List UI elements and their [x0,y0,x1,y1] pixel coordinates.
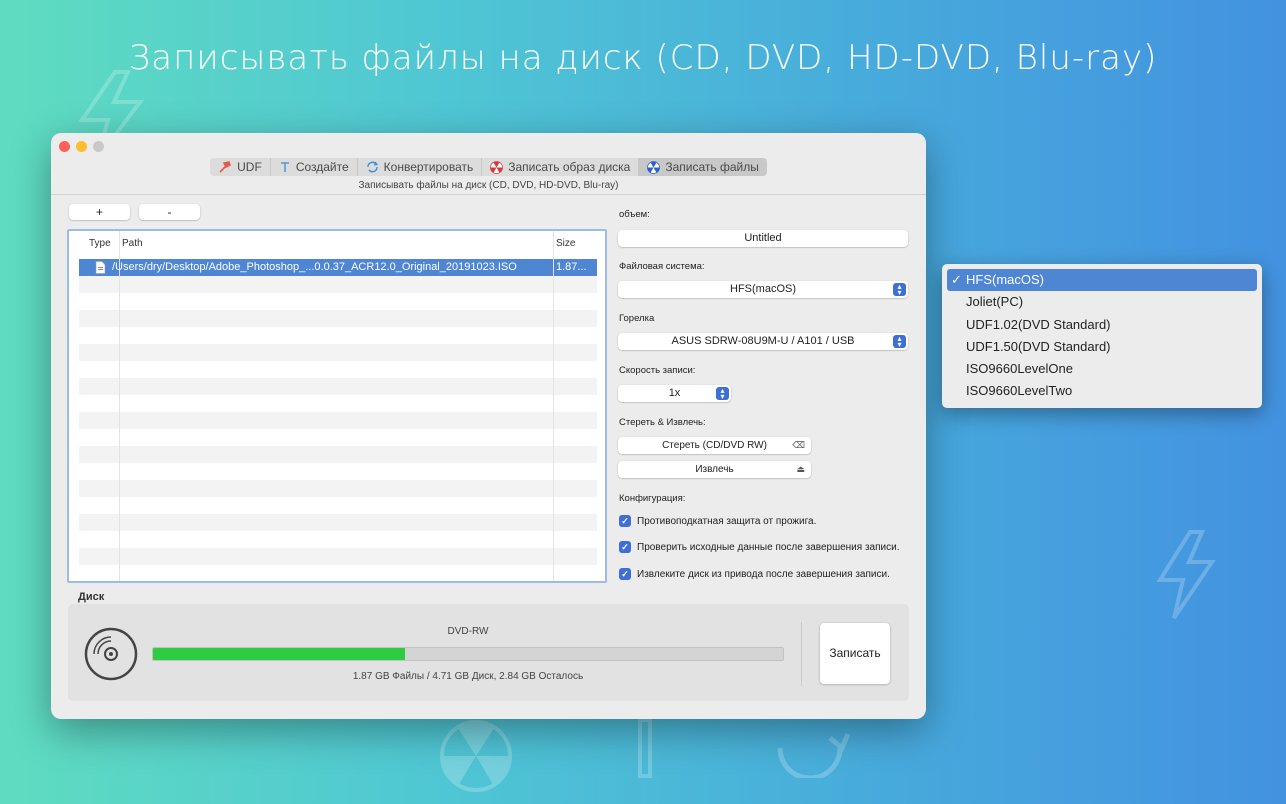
tab-udf[interactable]: UDF [210,158,271,176]
zoom-button[interactable] [93,141,104,152]
media-type: DVD-RW [447,626,489,637]
eraser-icon: ⌫ [792,440,805,450]
row-path: /Users/dry/Desktop/Adobe_Photoshop_...0.… [112,261,517,273]
eject-button[interactable]: Извлечь ⏏ [618,461,811,478]
table-row-empty [79,344,597,361]
menu-item-hfs[interactable]: ✓ HFS(macOS) [947,269,1257,292]
menu-item-iso-level-two[interactable]: ISO9660LevelTwo [947,380,1257,402]
burner-select[interactable]: ASUS SDRW-08U9M-U / A101 / USB ▴ ▾ [618,333,908,350]
capacity-progress-bar [152,647,784,661]
menu-item-iso-level-one[interactable]: ISO9660LevelOne [947,358,1257,380]
filesystem-label: Файловая система: [619,261,705,272]
volume-label: объем: [619,209,650,220]
hammer-icon [219,161,232,173]
window-controls [59,141,104,152]
menu-item-udf150[interactable]: UDF1.50(DVD Standard) [947,336,1257,358]
hero-title: Записывать файлы на диск (CD, DVD, HD-DV… [128,38,1158,78]
erase-disc-button[interactable]: Стереть (CD/DVD RW) ⌫ [618,437,811,454]
eject-icon: ⏏ [796,464,805,474]
disk-panel: DVD-RW 1.87 GB Файлы / 4.71 GB Диск, 2.8… [68,604,909,701]
toolbar-subtitle: Записывать файлы на диск (CD, DVD, HD-DV… [358,180,619,191]
bolt-decor-icon-2 [1156,530,1216,620]
burn-button[interactable]: Записать [820,623,890,684]
disk-section-label: Диск [78,591,105,603]
filesystem-dropdown-menu: ✓ HFS(macOS) Joliet(PC) UDF1.02(DVD Stand… [942,264,1262,408]
speed-select[interactable]: 1x ▴ ▾ [618,385,731,402]
app-window: UDF Создайте Конвертировать Записать обр… [51,133,926,719]
capacity-summary: 1.87 GB Файлы / 4.71 GB Диск, 2.84 GB Ос… [352,671,584,682]
filesystem-select[interactable]: HFS(macOS) ▴ ▾ [618,281,908,298]
chevron-updown-icon: ▴ ▾ [893,283,906,297]
table-row-empty [79,310,597,327]
option-buffer-protection[interactable]: ✓ Противоподкатная защита от прожига. [619,515,816,527]
file-table[interactable]: Type Path Size /Users/dry/Desktop/Adobe_… [67,229,607,583]
disc-icon [84,627,138,681]
speed-label: Скорость записи: [619,365,696,376]
column-divider [119,231,120,581]
checkbox-checked-icon[interactable]: ✓ [619,515,631,527]
tab-burn-files[interactable]: Записать файлы [639,158,767,176]
column-path[interactable]: Path [122,238,143,249]
burner-label: Горелка [619,313,655,324]
remove-file-button[interactable]: - [139,204,200,220]
volume-name-input[interactable]: Untitled [618,230,908,247]
table-row-empty [79,412,597,429]
row-size: 1.87... [556,261,587,273]
erase-eject-label: Стереть & Извлечь: [619,417,706,428]
column-divider [553,231,554,581]
radiation-icon [490,160,504,174]
table-row-empty [79,480,597,497]
column-type[interactable]: Type [89,238,111,249]
table-row-empty [79,378,597,395]
chevron-updown-icon: ▴ ▾ [716,387,729,401]
toolbar-divider [51,194,926,195]
table-row[interactable]: /Users/dry/Desktop/Adobe_Photoshop_...0.… [79,259,597,276]
column-size[interactable]: Size [556,238,575,249]
checkbox-checked-icon[interactable]: ✓ [619,541,631,553]
convert-decor-icon [777,733,850,778]
build-icon [280,162,289,172]
checkbox-checked-icon[interactable]: ✓ [619,568,631,580]
radiation-blue-icon [647,160,661,174]
table-row-empty [79,276,597,293]
tab-convert[interactable]: Конвертировать [357,158,483,176]
divider [801,622,802,686]
option-eject-after[interactable]: ✓ Извлеките диск из привода после заверш… [619,568,890,580]
table-row-empty [79,446,597,463]
capacity-progress-fill [153,648,405,660]
menu-item-joliet[interactable]: Joliet(PC) [947,291,1257,313]
option-verify-data[interactable]: ✓ Проверить исходные данные после заверш… [619,541,899,553]
table-row-empty [79,514,597,531]
radiation-decor-icon [440,720,512,792]
add-file-button[interactable]: + [69,204,130,220]
table-header: Type Path Size [69,231,605,252]
file-icon [95,261,106,274]
hammer-decor-icon [638,718,652,778]
checkmark-icon: ✓ [951,272,962,287]
menu-item-udf102[interactable]: UDF1.02(DVD Standard) [947,314,1257,336]
toolbar: UDF Создайте Конвертировать Записать обр… [51,158,926,176]
config-label: Конфигурация: [619,493,686,504]
convert-icon [366,161,378,173]
minimize-button[interactable] [76,141,87,152]
close-button[interactable] [59,141,70,152]
chevron-updown-icon: ▴ ▾ [893,335,906,349]
tab-burn-image[interactable]: Записать образ диска [482,158,640,176]
table-row-empty [79,548,597,565]
tab-create[interactable]: Создайте [270,158,358,176]
